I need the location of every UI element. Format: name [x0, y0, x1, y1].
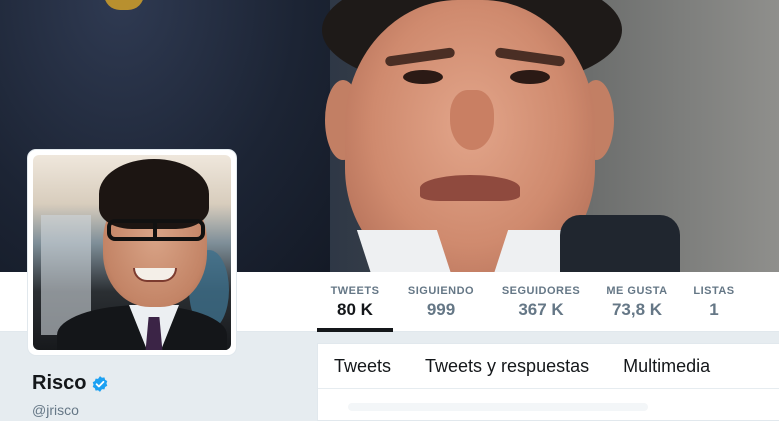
stat-likes[interactable]: ME GUSTA 73,8 K	[601, 272, 673, 332]
stat-lists[interactable]: LISTAS 1	[688, 272, 740, 332]
stat-label: TWEETS	[330, 285, 380, 297]
banner-eye-right	[510, 70, 550, 84]
stat-value: 1	[709, 300, 719, 319]
stat-label: SEGUIDORES	[501, 285, 581, 297]
stat-value: 367 K	[518, 300, 564, 319]
banner-eye-left	[403, 70, 443, 84]
stat-label: LISTAS	[693, 285, 735, 297]
profile-name-text: Risco	[32, 372, 87, 394]
timeline-tabs: Tweets Tweets y respuestas Multimedia	[318, 344, 779, 389]
stat-label: SIGUIENDO	[407, 285, 475, 297]
avatar-photo	[33, 155, 231, 350]
avatar-glasses	[107, 219, 205, 241]
verified-badge-icon	[91, 375, 109, 393]
banner-collar-left	[356, 230, 454, 272]
profile-name[interactable]: Risco	[32, 372, 109, 395]
stat-tweets[interactable]: TWEETS 80 K	[317, 272, 393, 332]
banner-nose	[450, 90, 494, 150]
stat-value: 80 K	[337, 300, 373, 319]
banner-mouth	[420, 175, 520, 201]
stat-label: ME GUSTA	[606, 285, 668, 297]
profile-page: TWEETS 80 K SIGUIENDO 999 SEGUIDORES 367…	[0, 0, 779, 421]
stat-value: 73,8 K	[611, 300, 663, 319]
timeline-panel: Tweets Tweets y respuestas Multimedia	[317, 343, 779, 421]
tab-tweets-and-replies[interactable]: Tweets y respuestas	[407, 356, 605, 377]
stat-followers[interactable]: SEGUIDORES 367 K	[496, 272, 586, 332]
profile-handle[interactable]: @jrisco	[32, 402, 79, 418]
stat-following[interactable]: SIGUIENDO 999	[403, 272, 479, 332]
timeline-placeholder	[348, 403, 648, 411]
stat-value: 999	[426, 300, 456, 319]
tab-tweets[interactable]: Tweets	[318, 356, 407, 377]
banner-suit	[560, 215, 680, 272]
tab-media[interactable]: Multimedia	[605, 356, 726, 377]
profile-avatar[interactable]	[27, 149, 237, 356]
